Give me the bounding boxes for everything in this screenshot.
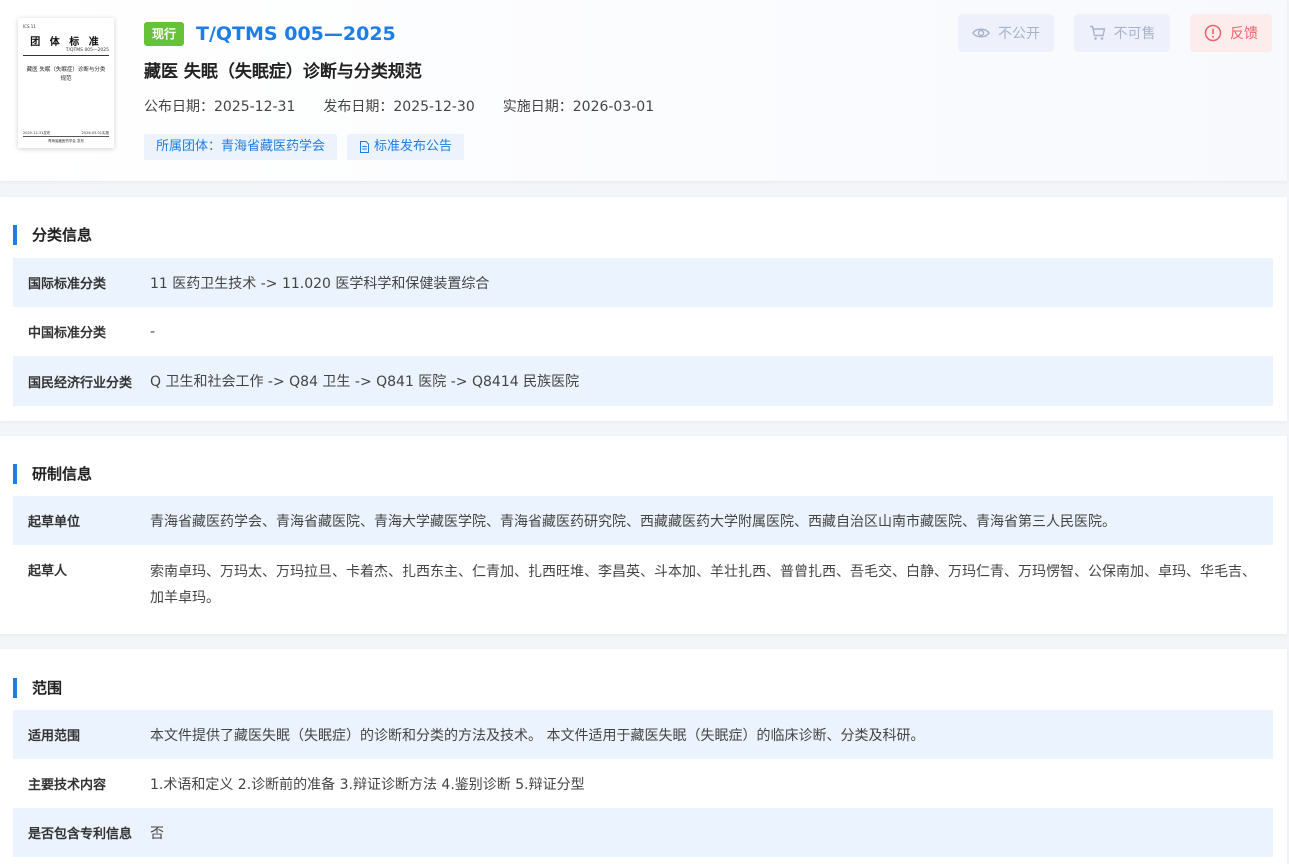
not-public-button[interactable]: 不公开	[958, 14, 1054, 52]
standard-cover-thumbnail[interactable]: ICS 11 团 体 标 准 T/QTMS 005—2025 藏医 失眠（失眠症…	[18, 18, 114, 148]
row-label: 起草单位	[28, 515, 81, 530]
not-for-sale-label: 不可售	[1113, 26, 1156, 42]
row-value: 否	[150, 825, 164, 842]
table-row: 起草单位 青海省藏医药学会、青海省藏医院、青海大学藏医学院、青海省藏医药研究院、…	[13, 496, 1273, 545]
row-label: 国际标准分类	[28, 277, 107, 292]
cover-divider	[23, 55, 109, 56]
row-label: 是否包含专利信息	[28, 827, 133, 842]
row-label: 适用范围	[28, 729, 81, 744]
not-for-sale-button[interactable]: 不可售	[1074, 14, 1170, 52]
row-value: 青海省藏医药学会、青海省藏医院、青海大学藏医学院、青海省藏医药研究院、西藏藏医药…	[150, 513, 1116, 530]
cover-title: 团 体 标 准	[30, 37, 102, 48]
scope-title: 范围	[13, 678, 62, 698]
row-value: 11 医药卫生技术 -> 11.020 医学科学和保健装置综合	[150, 275, 490, 292]
row-label: 主要技术内容	[28, 778, 107, 793]
drafting-title: 研制信息	[13, 464, 92, 484]
row-value: 1.术语和定义 2.诊断前的准备 3.辩证诊断方法 4.鉴别诊断 5.辩证分型	[150, 776, 585, 793]
row-label: 国民经济行业分类	[28, 375, 133, 391]
table-row: 国民经济行业分类 Q 卫生和社会工作 -> Q84 卫生 -> Q841 医院 …	[13, 356, 1273, 406]
implement-date: 实施日期：2026-03-01	[502, 99, 655, 115]
row-value: 本文件提供了藏医失眠（失眠症）的诊断和分类的方法及技术。 本文件适用于藏医失眠（…	[150, 727, 925, 744]
row-value: 索南卓玛、万玛太、万玛拉旦、卡着杰、扎西东主、仁青加、扎西旺堆、李昌英、斗本加、…	[150, 564, 1256, 606]
document-icon	[360, 141, 370, 153]
standard-dates: 公布日期：2025-12-31 发布日期：2025-12-30 实施日期：202…	[144, 96, 682, 118]
cart-icon	[1089, 25, 1105, 40]
publish-date: 发布日期：2025-12-30	[323, 99, 475, 115]
org-tag-link[interactable]: 所属团体：青海省藏医药学会	[144, 134, 338, 160]
not-public-label: 不公开	[998, 26, 1040, 42]
release-notice-label: 标准发布公告	[374, 139, 453, 154]
table-row: 起草人 索南卓玛、万玛太、万玛拉旦、卡着杰、扎西东主、仁青加、扎西旺堆、李昌英、…	[13, 545, 1273, 625]
alert-circle-icon	[1204, 24, 1222, 42]
table-row: 是否包含专利信息 否	[13, 808, 1273, 857]
classification-title: 分类信息	[13, 225, 92, 245]
table-row: 主要技术内容 1.术语和定义 2.诊断前的准备 3.辩证诊断方法 4.鉴别诊断 …	[13, 759, 1273, 808]
cover-ics: ICS 11	[23, 24, 36, 29]
eye-icon	[972, 28, 990, 38]
table-row: 适用范围 本文件提供了藏医失眠（失眠症）的诊断和分类的方法及技术。 本文件适用于…	[13, 710, 1273, 759]
header-tags: 所属团体：青海省藏医药学会 标准发布公告	[144, 134, 474, 160]
standard-header-card: ICS 11 团 体 标 准 T/QTMS 005—2025 藏医 失眠（失眠症…	[0, 0, 1287, 181]
feedback-label: 反馈	[1230, 26, 1258, 42]
cover-name: 藏医 失眠（失眠症）诊断与分类规范	[26, 67, 106, 82]
table-row: 国际标准分类 11 医药卫生技术 -> 11.020 医学科学和保健装置综合	[13, 258, 1273, 307]
row-value: Q 卫生和社会工作 -> Q84 卫生 -> Q841 医院 -> Q8414 …	[150, 374, 580, 390]
org-tag-label: 所属团体：青海省藏医药学会	[156, 139, 326, 154]
cover-org: 青海省藏医药学会 发布	[47, 139, 85, 143]
standard-code: T/QTMS 005—2025	[196, 23, 396, 45]
row-label: 起草人	[28, 564, 68, 579]
classification-section: 分类信息 国际标准分类 11 医药卫生技术 -> 11.020 医学科学和保健装…	[0, 197, 1287, 421]
cover-divider-bottom	[23, 136, 109, 137]
standard-name: 藏医 失眠（失眠症）诊断与分类规范	[144, 62, 422, 82]
row-label: 中国标准分类	[28, 326, 107, 341]
table-row: 中国标准分类 -	[13, 307, 1273, 356]
feedback-button[interactable]: 反馈	[1190, 14, 1272, 52]
scope-section: 范围 适用范围 本文件提供了藏医失眠（失眠症）的诊断和分类的方法及技术。 本文件…	[0, 649, 1287, 864]
announce-date: 公布日期：2025-12-31	[144, 99, 296, 115]
status-badge: 现行	[144, 22, 185, 46]
release-notice-link[interactable]: 标准发布公告	[347, 134, 465, 160]
row-value: -	[150, 323, 156, 340]
cover-number: T/QTMS 005—2025	[65, 48, 109, 53]
drafting-section: 研制信息 起草单位 青海省藏医药学会、青海省藏医院、青海大学藏医学院、青海省藏医…	[0, 436, 1287, 634]
